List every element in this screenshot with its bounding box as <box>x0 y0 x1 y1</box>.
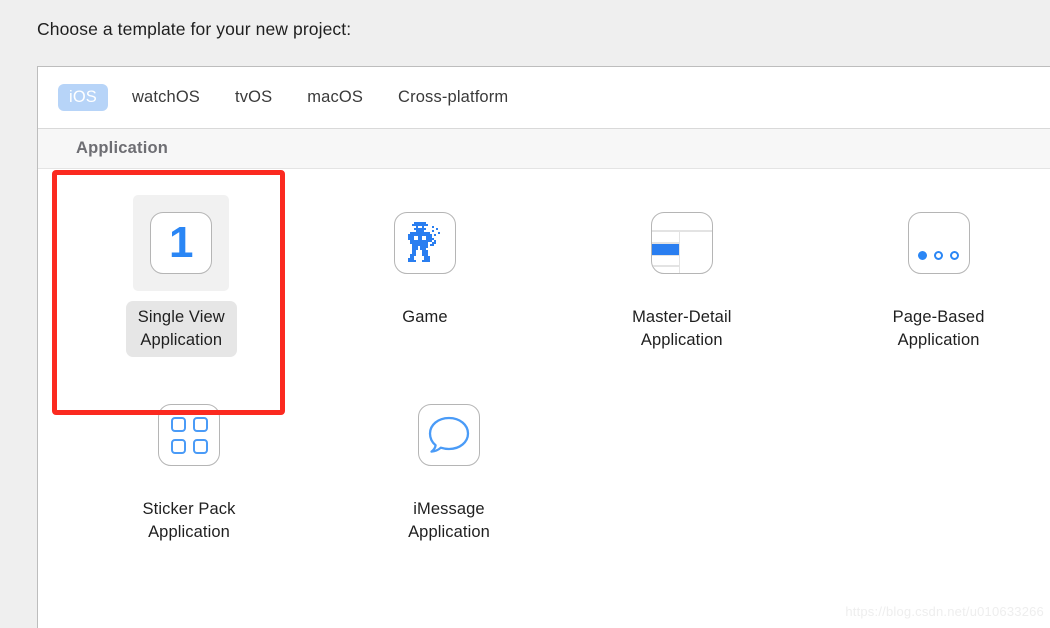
grid-cell <box>192 438 208 454</box>
platform-tab-bar: iOS watchOS tvOS macOS Cross-platform <box>38 67 1050 129</box>
robot-icon <box>393 212 456 274</box>
template-label-page-based: Page-Based Application <box>892 308 985 349</box>
icon-frame-master-detail <box>634 195 730 291</box>
template-panel: iOS watchOS tvOS macOS Cross-platform Ap… <box>37 66 1050 628</box>
number-one-icon: 1 <box>150 212 213 274</box>
speech-bubble-icon <box>418 404 480 466</box>
template-row-2: Sticker Pack Application iMessage Applic… <box>38 379 1050 549</box>
template-grid: 1 Single View Application Game Master-De… <box>38 169 1050 549</box>
template-sticker-pack-application[interactable]: Sticker Pack Application <box>38 379 312 549</box>
page-title: Choose a template for your new project: <box>37 19 352 39</box>
template-label-sticker-pack: Sticker Pack Application <box>142 500 236 541</box>
template-label-master-detail: Master-Detail Application <box>632 308 732 349</box>
template-row-1: 1 Single View Application Game Master-De… <box>38 187 1050 357</box>
icon-frame-sticker-pack <box>141 387 237 483</box>
tab-tvos[interactable]: tvOS <box>224 84 283 111</box>
grid-cell <box>170 438 186 454</box>
template-label-imessage: iMessage Application <box>408 500 490 541</box>
page-dot-active <box>918 251 928 260</box>
tab-ios[interactable]: iOS <box>58 84 108 111</box>
section-header-application: Application <box>38 129 1050 169</box>
tab-macos[interactable]: macOS <box>296 84 374 111</box>
grid-cell <box>170 416 186 432</box>
split-view-glyph <box>651 213 712 273</box>
template-imessage-application[interactable]: iMessage Application <box>312 379 586 549</box>
template-label-single-view: Single View Application <box>125 301 237 357</box>
icon-frame-game <box>377 195 473 291</box>
icon-frame-page-based <box>891 195 987 291</box>
grid-cell <box>192 416 208 432</box>
icon-frame-single-view: 1 <box>133 195 230 291</box>
template-master-detail-application[interactable]: Master-Detail Application <box>553 187 810 357</box>
number-one-glyph: 1 <box>169 218 194 267</box>
tab-cross-platform[interactable]: Cross-platform <box>387 84 519 111</box>
template-single-view-application[interactable]: 1 Single View Application <box>38 187 297 357</box>
new-project-template-chooser: Choose a template for your new project: … <box>0 0 1050 628</box>
page-dot <box>950 251 960 260</box>
split-view-icon <box>650 212 713 274</box>
tab-watchos[interactable]: watchOS <box>121 84 211 111</box>
page-dots-icon <box>907 212 970 274</box>
template-label-game: Game <box>402 308 448 326</box>
speech-bubble-glyph <box>428 416 470 453</box>
page-dots-glyph <box>909 251 969 260</box>
grid-four-glyph <box>170 416 208 454</box>
watermark: https://blog.csdn.net/u010633266 <box>845 604 1044 619</box>
template-game[interactable]: Game <box>297 187 554 334</box>
section-header-label: Application <box>76 139 169 157</box>
grid-four-icon <box>158 404 220 466</box>
icon-frame-imessage <box>401 387 497 483</box>
page-dot <box>934 251 944 260</box>
robot-glyph <box>407 222 440 262</box>
template-page-based-application[interactable]: Page-Based Application <box>810 187 1050 357</box>
